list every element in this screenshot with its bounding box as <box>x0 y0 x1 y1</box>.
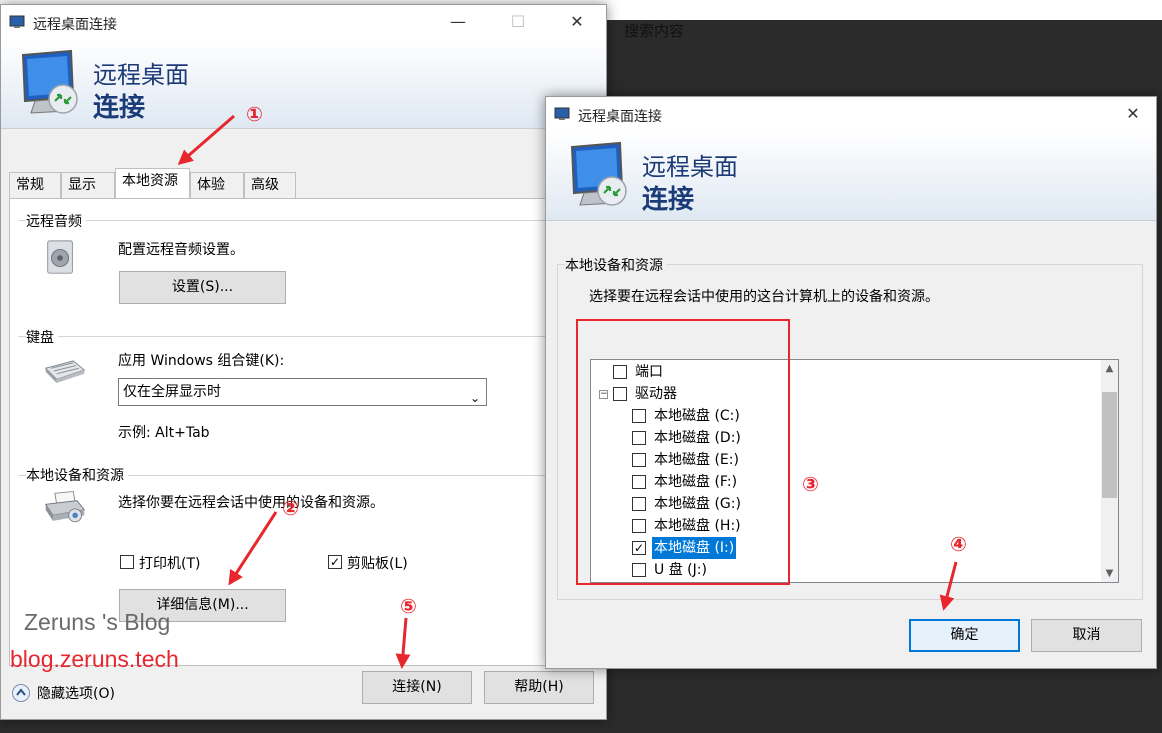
tab-local-resources[interactable]: 本地资源 <box>115 168 190 198</box>
annotation-step1: ① <box>246 102 263 126</box>
watermark-url: blog.zeruns.tech <box>10 646 179 672</box>
annotation-arrows <box>177 114 958 669</box>
watermark-title: Zeruns 's Blog <box>24 609 171 635</box>
annotation-step2: ② <box>282 496 299 520</box>
annotation-step3: ③ <box>802 472 819 496</box>
annotation-step5: ⑤ <box>400 594 417 618</box>
annotation-step4: ④ <box>950 532 967 556</box>
